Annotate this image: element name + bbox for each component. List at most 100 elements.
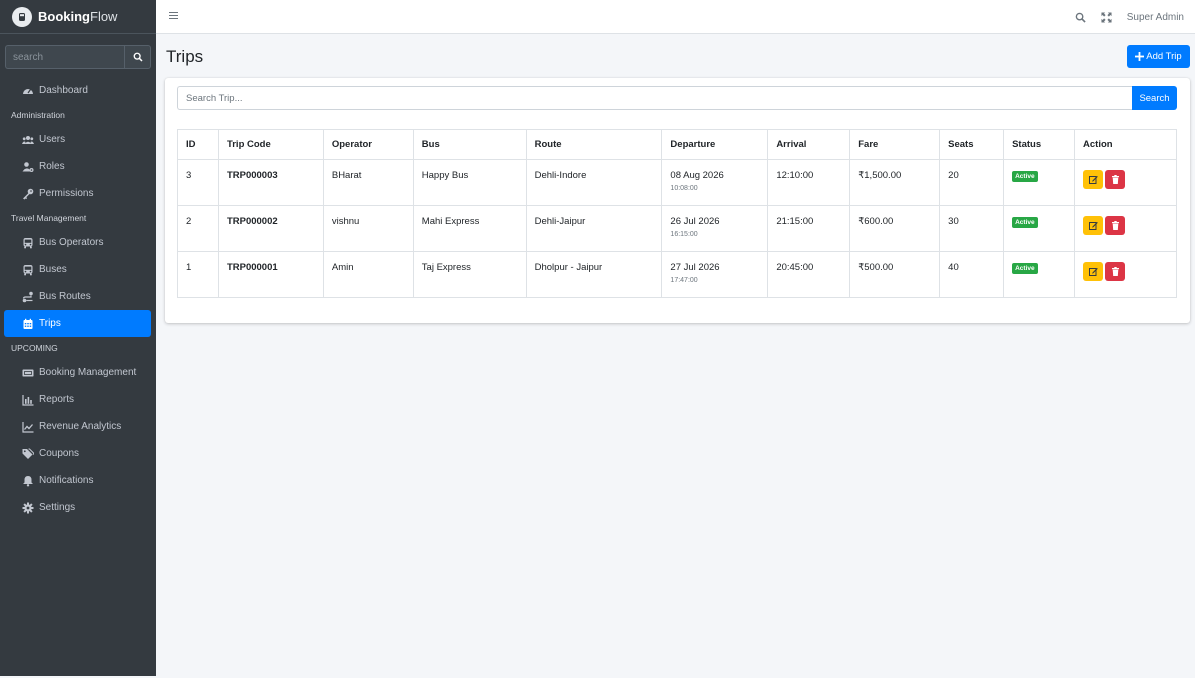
calendar-icon — [21, 318, 34, 330]
brand-logo-icon — [12, 6, 32, 27]
column-header-route[interactable]: Route — [525, 129, 663, 160]
page-title: Trips — [166, 47, 204, 66]
sidebar-item-revenue-analytics[interactable]: Revenue Analytics — [4, 413, 151, 440]
search-icon — [133, 52, 143, 62]
edit-icon — [1088, 176, 1098, 184]
cell-departure: 27 Jul 2026 17:47:00 — [661, 251, 769, 298]
cell-trip-code: TRP000003 — [217, 159, 324, 206]
route-icon — [21, 291, 34, 303]
cell-status: Active — [1003, 205, 1076, 252]
column-header-action: Action — [1074, 129, 1177, 160]
sidebar-item-label: Users — [39, 134, 66, 145]
cell-action — [1074, 159, 1177, 206]
sidebar-item-label: Buses — [39, 264, 67, 275]
edit-icon — [1088, 222, 1098, 230]
column-header-fare[interactable]: Fare — [849, 129, 941, 160]
sidebar-item-label: Trips — [39, 318, 61, 329]
tags-icon — [21, 448, 34, 460]
search-button[interactable]: Search — [1132, 86, 1177, 110]
column-header-arrival[interactable]: Arrival — [767, 129, 851, 160]
fullscreen-icon[interactable] — [1101, 11, 1112, 23]
sidebar-item-reports[interactable]: Reports — [4, 386, 151, 413]
cell-seats: 40 — [939, 251, 1005, 298]
departure-date: 08 Aug 2026 — [670, 170, 724, 181]
cell-route: Dholpur - Jaipur — [525, 251, 663, 298]
brand-name: BookingFlow — [38, 9, 118, 24]
add-trip-button[interactable]: Add Trip — [1127, 45, 1190, 68]
brand[interactable]: BookingFlow — [0, 0, 156, 34]
cell-operator: vishnu — [322, 205, 414, 252]
edit-button[interactable] — [1083, 262, 1104, 281]
key-icon — [21, 188, 34, 200]
sidebar-item-label: Coupons — [39, 448, 80, 459]
edit-button[interactable] — [1083, 216, 1104, 235]
cell-operator: BHarat — [322, 159, 414, 206]
sidebar-item-notifications[interactable]: Notifications — [4, 467, 151, 494]
cell-bus: Happy Bus — [412, 159, 527, 206]
cell-trip-code: TRP000001 — [217, 251, 324, 298]
column-header-operator[interactable]: Operator — [322, 129, 414, 160]
sidebar-item-label: Bus Operators — [39, 237, 104, 248]
status-badge: Active — [1012, 263, 1038, 274]
user-menu[interactable]: Super Admin — [1127, 12, 1184, 23]
sidebar-item-bus-operators[interactable]: Bus Operators — [4, 229, 151, 256]
cell-arrival: 20:45:00 — [767, 251, 851, 298]
trips-card: Search ID Trip Code Operator Bus Route D… — [165, 78, 1190, 323]
sidebar-item-label: Settings — [39, 502, 76, 513]
sidebar-item-label: Dashboard — [39, 85, 88, 96]
sidebar-item-dashboard[interactable]: Dashboard — [4, 77, 151, 104]
column-header-seats[interactable]: Seats — [939, 129, 1005, 160]
departure-date: 26 Jul 2026 — [670, 216, 720, 227]
cell-status: Active — [1003, 159, 1076, 206]
cell-departure: 08 Aug 2026 10:08:00 — [661, 159, 769, 206]
edit-icon — [1088, 268, 1098, 276]
delete-button[interactable] — [1105, 216, 1126, 235]
delete-button[interactable] — [1105, 170, 1126, 189]
departure-date: 27 Jul 2026 — [670, 262, 720, 273]
bell-icon — [21, 475, 34, 487]
sidebar-item-permissions[interactable]: Permissions — [4, 180, 151, 207]
cell-action — [1074, 205, 1177, 252]
sidebar-item-label: Reports — [39, 394, 75, 405]
sidebar: BookingFlow Dashboard Administration Use… — [0, 0, 156, 676]
trip-search: Search — [177, 86, 1177, 110]
sidebar-item-label: Booking Management — [39, 367, 137, 378]
sidebar-search — [5, 45, 151, 69]
cell-bus: Taj Express — [412, 251, 527, 298]
departure-time: 16:15:00 — [670, 231, 698, 238]
sidebar-header-administration: Administration — [11, 110, 65, 120]
sidebar-item-trips[interactable]: Trips — [4, 310, 151, 337]
sidebar-item-coupons[interactable]: Coupons — [4, 440, 151, 467]
cell-route: Dehli-Jaipur — [525, 205, 663, 252]
delete-button[interactable] — [1105, 262, 1126, 281]
sidebar-item-buses[interactable]: Buses — [4, 256, 151, 283]
column-header-bus[interactable]: Bus — [412, 129, 527, 160]
add-trip-label: Add Trip — [1146, 51, 1182, 62]
trip-search-input[interactable] — [177, 86, 1132, 110]
search-icon[interactable] — [1075, 12, 1086, 23]
sidebar-item-roles[interactable]: Roles — [4, 153, 151, 180]
table-row: 2 TRP000002 vishnu Mahi Express Dehli-Ja… — [177, 205, 1177, 252]
sidebar-search-input[interactable] — [5, 45, 124, 69]
sidebar-item-label: Roles — [39, 161, 65, 172]
column-header-id[interactable]: ID — [177, 129, 219, 160]
cell-arrival: 12:10:00 — [767, 159, 851, 206]
sidebar-item-booking-management[interactable]: Booking Management — [4, 359, 151, 386]
column-header-status[interactable]: Status — [1003, 129, 1076, 160]
table-header-row: ID Trip Code Operator Bus Route Departur… — [177, 129, 1177, 160]
edit-button[interactable] — [1083, 170, 1104, 189]
column-header-trip-code[interactable]: Trip Code — [217, 129, 324, 160]
chart-bar-icon — [21, 394, 34, 406]
hamburger-menu-icon[interactable] — [169, 11, 178, 20]
sidebar-search-button[interactable] — [124, 45, 151, 69]
cell-bus: Mahi Express — [412, 205, 527, 252]
sidebar-item-bus-routes[interactable]: Bus Routes — [4, 283, 151, 310]
column-header-departure[interactable]: Departure — [661, 129, 769, 160]
sidebar-item-users[interactable]: Users — [4, 126, 151, 153]
sidebar-item-label: Revenue Analytics — [39, 421, 122, 432]
cell-fare: ₹600.00 — [849, 205, 941, 252]
table-row: 3 TRP000003 BHarat Happy Bus Dehli-Indor… — [177, 159, 1177, 206]
cog-icon — [21, 502, 34, 514]
cell-trip-code: TRP000002 — [217, 205, 324, 252]
sidebar-item-settings[interactable]: Settings — [4, 494, 151, 521]
